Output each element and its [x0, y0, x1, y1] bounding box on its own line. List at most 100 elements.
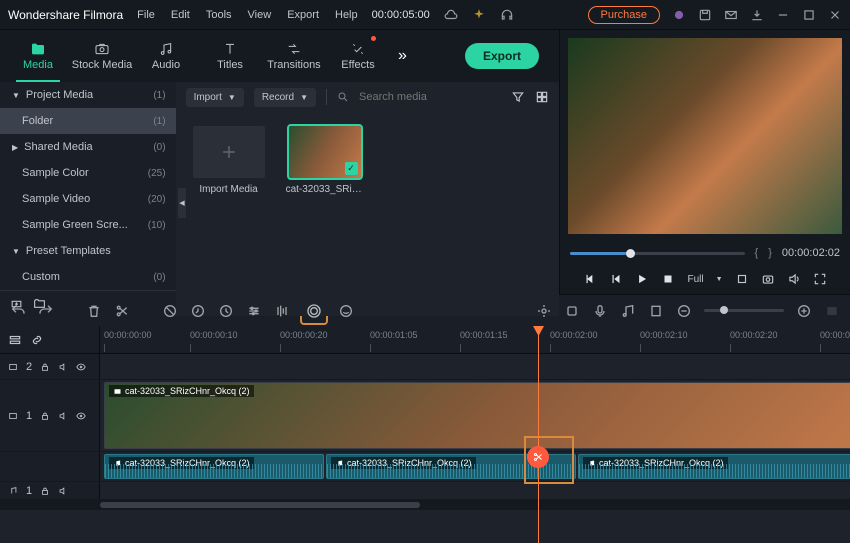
volume-icon[interactable] [787, 272, 801, 286]
orb-icon[interactable] [672, 8, 686, 22]
search-input[interactable] [359, 91, 501, 103]
record-voice-icon[interactable] [564, 303, 580, 319]
view-grid-icon[interactable] [535, 90, 549, 104]
sidebar-item-folder[interactable]: Folder(1) [0, 108, 176, 134]
mic-icon[interactable] [592, 303, 608, 319]
music-beat-icon[interactable] [620, 303, 636, 319]
export-button[interactable]: Export [465, 43, 539, 69]
stop-icon[interactable] [661, 272, 675, 286]
track-stack-icon[interactable] [8, 333, 22, 347]
speed-icon[interactable] [218, 303, 234, 319]
sparkle-icon[interactable] [472, 8, 486, 22]
sidebar-item-sample-video[interactable]: Sample Video(20) [0, 186, 176, 212]
sidebar-item-project-media[interactable]: ▼Project Media(1) [0, 82, 176, 108]
play-icon[interactable] [635, 272, 649, 286]
delete-icon[interactable] [86, 303, 102, 319]
maximize-icon[interactable] [802, 8, 816, 22]
menu-file[interactable]: File [137, 9, 155, 21]
timeline: 00:00:00:00 00:00:00:10 00:00:00:20 00:0… [0, 326, 850, 543]
quality-dropdown[interactable]: Full [687, 274, 703, 285]
collapse-sidebar-handle[interactable]: ◀ [178, 188, 186, 218]
minimize-icon[interactable] [776, 8, 790, 22]
tab-stock-media[interactable]: Stock Media [70, 30, 134, 82]
preview-panel: { } 00:00:02:02 Full▼ [560, 30, 850, 294]
zoom-fit-icon[interactable] [824, 303, 840, 319]
mark-out-icon[interactable]: } [768, 247, 772, 259]
media-card-cat[interactable]: ✓ cat-32033_SRiz... [286, 126, 364, 195]
sidebar-item-shared-media[interactable]: ▶Shared Media(0) [0, 134, 176, 160]
eye-icon[interactable] [76, 411, 86, 421]
video-clip[interactable]: cat-32033_SRizCHnr_Okcq (2) [104, 382, 850, 449]
sidebar-item-sample-green-screen[interactable]: Sample Green Scre...(10) [0, 212, 176, 238]
cut-indicator-icon [527, 446, 549, 468]
audio-track-icon [8, 486, 18, 496]
preview-viewport[interactable] [568, 38, 842, 234]
download-icon[interactable] [750, 8, 764, 22]
timeline-h-scrollbar[interactable] [0, 500, 850, 510]
sidebar-item-preset-templates[interactable]: ▼Preset Templates [0, 238, 176, 264]
main-menu: File Edit Tools View Export Help [137, 9, 357, 21]
cloud-icon[interactable] [444, 8, 458, 22]
video-track-icon [8, 362, 18, 372]
menu-export[interactable]: Export [287, 9, 319, 21]
sidebar-item-custom[interactable]: Custom(0) [0, 264, 176, 290]
track-row-v2: 2 [0, 354, 850, 380]
checkmark-icon: ✓ [345, 162, 358, 175]
lock-icon[interactable] [40, 411, 50, 421]
import-dropdown[interactable]: Import▼ [186, 88, 244, 107]
mute-icon[interactable] [58, 411, 68, 421]
marker-icon[interactable] [648, 303, 664, 319]
tab-titles[interactable]: Titles [198, 30, 262, 82]
panel-tabs: Media Stock Media Audio Titles Transitio… [0, 30, 559, 82]
close-icon[interactable] [828, 8, 842, 22]
media-sidebar: ▼Project Media(1) Folder(1) ▶Shared Medi… [0, 82, 176, 316]
mark-in-icon[interactable]: { [755, 247, 759, 259]
split-icon[interactable] [114, 303, 130, 319]
zoom-slider[interactable] [704, 309, 784, 312]
crop-icon[interactable] [735, 272, 749, 286]
lock-icon[interactable] [40, 362, 50, 372]
step-back-icon[interactable] [609, 272, 623, 286]
undo-icon[interactable] [10, 303, 26, 319]
playhead[interactable] [538, 326, 539, 543]
tab-transitions[interactable]: Transitions [262, 30, 326, 82]
menu-help[interactable]: Help [335, 9, 358, 21]
link-icon[interactable] [30, 333, 44, 347]
adjust-icon[interactable] [246, 303, 262, 319]
prev-frame-icon[interactable] [583, 272, 597, 286]
zoom-in-icon[interactable] [796, 303, 812, 319]
import-media-card[interactable]: Import Media [190, 126, 268, 195]
save-icon[interactable] [698, 8, 712, 22]
redo-icon[interactable] [38, 303, 54, 319]
mute-icon[interactable] [58, 486, 68, 496]
headset-icon[interactable] [500, 8, 514, 22]
lock-icon[interactable] [40, 486, 50, 496]
mute-icon[interactable] [58, 362, 68, 372]
purchase-button[interactable]: Purchase [588, 6, 660, 24]
snapshot-icon[interactable] [761, 272, 775, 286]
eye-icon[interactable] [76, 362, 86, 372]
app-brand: Wondershare Filmora [8, 8, 123, 22]
audio-adjust-icon[interactable] [274, 303, 290, 319]
menu-view[interactable]: View [248, 9, 272, 21]
more-tabs-chevron[interactable]: » [398, 47, 407, 65]
mask-icon[interactable] [338, 303, 354, 319]
menu-edit[interactable]: Edit [171, 9, 190, 21]
tab-effects[interactable]: Effects [326, 30, 390, 82]
tab-audio[interactable]: Audio [134, 30, 198, 82]
fullscreen-icon[interactable] [813, 272, 827, 286]
mixer-icon[interactable] [536, 303, 552, 319]
audio-clip-3[interactable]: cat-32033_SRizCHnr_Okcq (2) [578, 454, 850, 479]
audio-clip-1[interactable]: cat-32033_SRizCHnr_Okcq (2) [104, 454, 324, 479]
timeline-ruler[interactable]: 00:00:00:00 00:00:00:10 00:00:00:20 00:0… [100, 326, 850, 353]
record-dropdown[interactable]: Record▼ [254, 88, 316, 107]
preview-scrubber[interactable] [570, 252, 745, 255]
sidebar-item-sample-color[interactable]: Sample Color(25) [0, 160, 176, 186]
disable-icon[interactable] [162, 303, 178, 319]
speed-back-icon[interactable] [190, 303, 206, 319]
tab-media[interactable]: Media [6, 30, 70, 82]
mail-icon[interactable] [724, 8, 738, 22]
zoom-out-icon[interactable] [676, 303, 692, 319]
menu-tools[interactable]: Tools [206, 9, 232, 21]
filter-icon[interactable] [511, 90, 525, 104]
